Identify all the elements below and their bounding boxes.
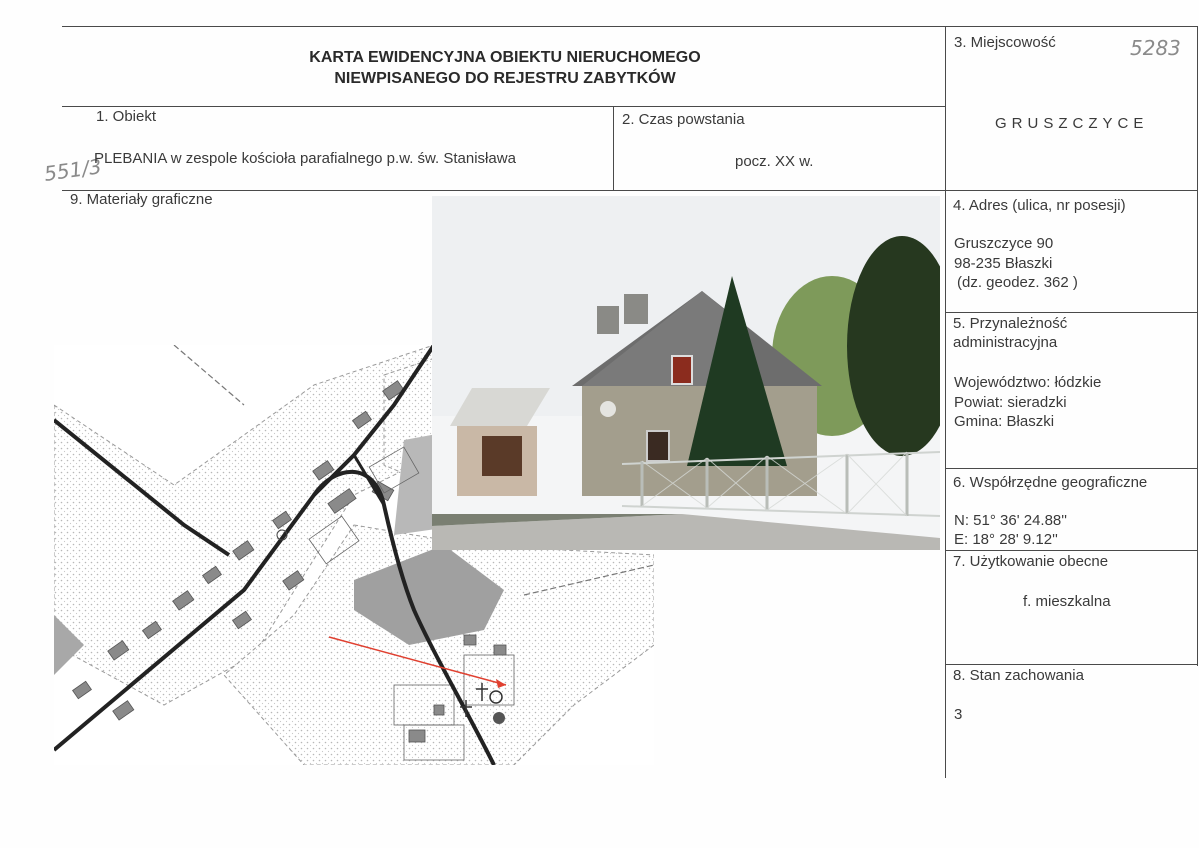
field-current-use-label: 7. Użytkowanie obecne [953,553,1109,570]
commune-line: Gmina: Błaszki [954,413,1055,430]
field-administrative-label-1: 5. Przynależność [953,315,1068,332]
outer-right-border [1197,26,1198,666]
address-line-1: Gruszczyce 90 [954,235,1054,252]
field-creation-time-value: pocz. XX w. [735,153,814,170]
field2-border [613,106,614,190]
field8-divider [945,664,1198,665]
field-address-label: 4. Adres (ulica, nr posesji) [953,197,1126,214]
field-creation-time-label: 2. Czas powstania [622,111,745,128]
address-line-2: 98-235 Błaszki [954,255,1053,272]
object-name: PLEBANIA [94,150,167,167]
field-object-value: PLEBANIA w zespole kościoła parafialnego… [94,149,516,169]
field-condition-label: 8. Stan zachowania [953,667,1084,684]
field-graphics-label: 9. Materiały graficzne [70,191,213,208]
handwritten-card-number: 5283 [1130,36,1181,60]
latitude-line: N: 51° 36' 24.88'' [954,512,1067,529]
right-column-border [945,26,946,778]
card-title: KARTA EWIDENCYJNA OBIEKTU NIERUCHOMEGO N… [190,47,820,89]
field7-divider [945,550,1198,551]
field6-divider [945,468,1198,469]
county-line: Powiat: sieradzki [954,394,1067,411]
field5-divider [945,312,1198,313]
top-border [62,26,1198,27]
title-line-2: NIEWPISANEGO DO REJESTRU ZABYTKÓW [334,70,676,87]
rectory-photo [432,196,940,550]
field-administrative-label-2: administracyjna [953,334,1058,351]
row1-divider [62,190,1198,191]
address-line-3: (dz. geodez. 362 ) [957,274,1078,291]
voivodeship-line: Województwo: łódzkie [954,374,1102,391]
field-object-label: 1. Obiekt [96,108,157,125]
field-condition-value: 3 [954,706,963,723]
field-locality-label: 3. Miejscowość [954,34,1056,51]
title-line-1: KARTA EWIDENCYJNA OBIEKTU NIERUCHOMEGO [309,49,701,66]
record-card: KARTA EWIDENCYJNA OBIEKTU NIERUCHOMEGO N… [0,0,1199,848]
longitude-line: E: 18° 28' 9.12'' [954,531,1058,548]
title-divider [62,106,946,107]
field-coordinates-label: 6. Współrzędne geograficzne [953,474,1148,491]
field-locality-value: GRUSZCZYCE [995,115,1149,132]
object-context: w zespole kościoła parafialnego p.w. św.… [170,150,516,167]
field-current-use-value: f. mieszkalna [1023,593,1111,610]
